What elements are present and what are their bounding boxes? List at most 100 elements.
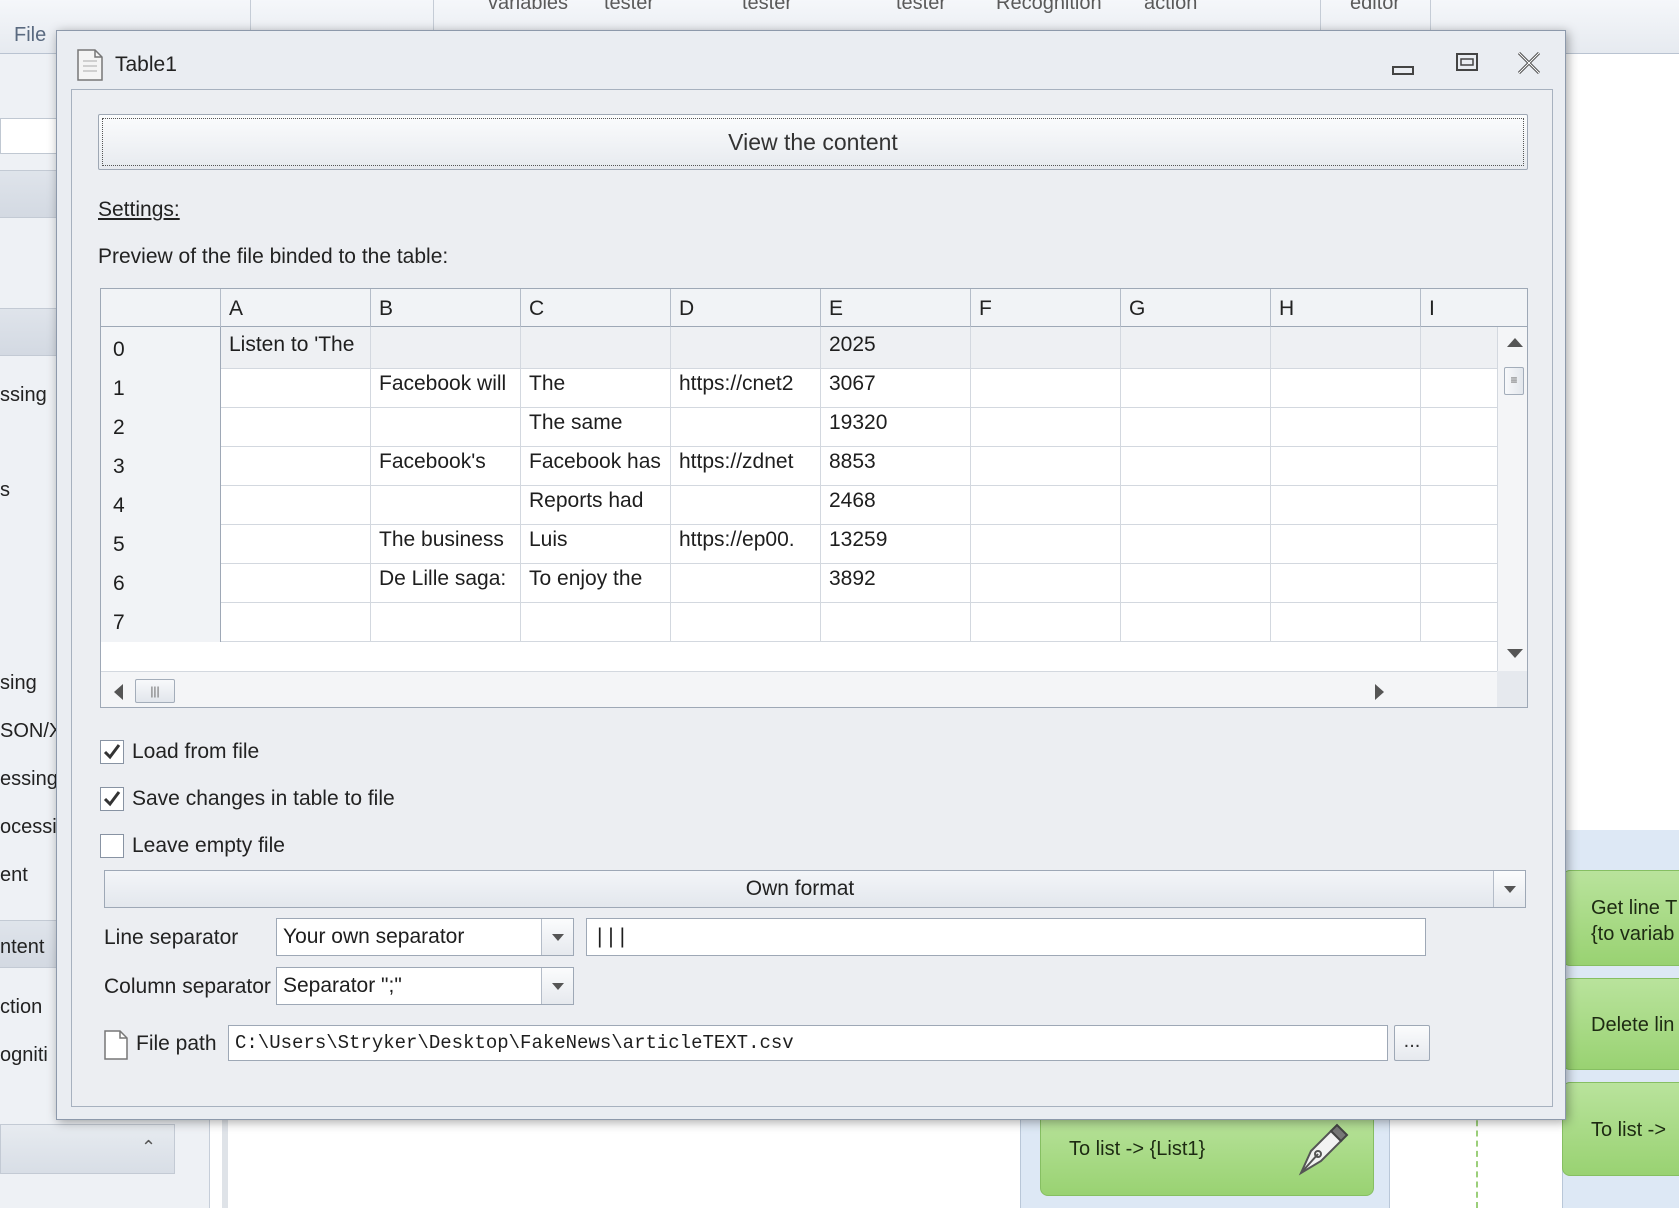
grid-cell[interactable] <box>221 405 371 447</box>
grid-cell[interactable] <box>1271 600 1421 642</box>
table-row[interactable]: 2 The same 19320 <box>101 405 1497 447</box>
column-header-h[interactable]: H <box>1271 289 1421 327</box>
column-header-f[interactable]: F <box>971 289 1121 327</box>
grid-cell[interactable] <box>971 561 1121 603</box>
sidebar-item[interactable]: ent <box>0 864 28 887</box>
sidebar-item[interactable]: s <box>0 479 10 502</box>
grid-cell[interactable] <box>521 600 671 642</box>
grid-cell[interactable]: 13259 <box>821 522 971 564</box>
table-row[interactable]: 4 Reports had 2468 <box>101 483 1497 525</box>
grid-cell[interactable] <box>971 405 1121 447</box>
grid-cell[interactable] <box>521 327 671 369</box>
grid-cell[interactable] <box>221 483 371 525</box>
column-header-i[interactable]: I <box>1421 289 1527 327</box>
sidebar-item[interactable]: SON/X <box>0 720 62 743</box>
format-dropdown[interactable]: Own format <box>104 870 1526 908</box>
grid-cell[interactable] <box>221 366 371 408</box>
grid-cell[interactable] <box>1121 561 1271 603</box>
column-header-a[interactable]: A <box>221 289 371 327</box>
grid-cell[interactable]: 19320 <box>821 405 971 447</box>
grid-cell[interactable]: The same <box>521 405 671 447</box>
scroll-left-icon[interactable] <box>113 684 123 700</box>
sidebar-item[interactable]: ssing <box>0 384 47 407</box>
ribbon-item-recognition[interactable]: Recognition <box>996 0 1102 15</box>
grid-cell[interactable] <box>1121 366 1271 408</box>
grid-cell[interactable] <box>1421 366 1497 408</box>
grid-cell[interactable] <box>671 561 821 603</box>
row-header[interactable]: 1 <box>101 366 221 408</box>
column-header-e[interactable]: E <box>821 289 971 327</box>
grid-cell[interactable]: 3892 <box>821 561 971 603</box>
row-header[interactable]: 6 <box>101 561 221 603</box>
settings-link[interactable]: Settings: <box>98 198 180 222</box>
grid-cell[interactable] <box>671 327 821 369</box>
grid-cell[interactable]: 2025 <box>821 327 971 369</box>
grid-cell[interactable] <box>1271 405 1421 447</box>
grid-cell[interactable]: 3067 <box>821 366 971 408</box>
sidebar-collapse-button[interactable]: ⌃ <box>0 1124 175 1174</box>
grid-cell[interactable]: Listen to 'The <box>221 327 371 369</box>
sidebar-item[interactable]: ntent <box>0 936 44 959</box>
block-delete-line[interactable]: Delete lin <box>1562 978 1679 1070</box>
column-header-c[interactable]: C <box>521 289 671 327</box>
chevron-down-icon[interactable] <box>541 919 573 955</box>
grid-cell[interactable]: https://zdnet <box>671 444 821 486</box>
file-path-input[interactable] <box>228 1025 1388 1061</box>
grid-cell[interactable]: https://ep00. <box>671 522 821 564</box>
vertical-scrollbar[interactable]: ≡ <box>1497 327 1527 671</box>
ribbon-item-tester[interactable]: tester <box>896 0 946 15</box>
grid-cell[interactable]: Facebook has <box>521 444 671 486</box>
grid-cell[interactable] <box>371 405 521 447</box>
ribbon-item-action[interactable]: action <box>1144 0 1197 15</box>
save-changes-checkbox[interactable] <box>100 787 124 811</box>
row-header[interactable]: 0 <box>101 327 221 369</box>
grid-cell[interactable] <box>1271 327 1421 369</box>
grid-cell[interactable] <box>1421 561 1497 603</box>
sidebar-search-box[interactable] <box>0 118 60 154</box>
scroll-down-icon[interactable] <box>1507 649 1523 659</box>
chevron-down-icon[interactable] <box>541 968 573 1004</box>
column-separator-dropdown[interactable]: Separator ";" <box>276 967 574 1005</box>
grid-cell[interactable]: 8853 <box>821 444 971 486</box>
column-header-b[interactable]: B <box>371 289 521 327</box>
grid-cell[interactable]: Luis <box>521 522 671 564</box>
scroll-up-icon[interactable] <box>1507 337 1523 347</box>
sidebar-item[interactable]: sing <box>0 672 37 695</box>
dialog-titlebar[interactable]: Table1 <box>57 31 1565 87</box>
table-row[interactable]: 1 Facebook will The https://cnet2 3067 <box>101 366 1497 408</box>
grid-cell[interactable] <box>671 600 821 642</box>
sidebar-item[interactable]: ogniti <box>0 1044 48 1067</box>
row-header[interactable]: 2 <box>101 405 221 447</box>
grid-cell[interactable]: The <box>521 366 671 408</box>
minimize-icon[interactable] <box>1383 45 1423 81</box>
grid-cell[interactable] <box>371 483 521 525</box>
grid-cell[interactable] <box>971 327 1121 369</box>
preview-grid[interactable]: A B C D E F G H I 0 Listen to 'The 2025 1 Fa… <box>100 288 1528 708</box>
browse-button[interactable]: ... <box>1394 1025 1430 1061</box>
sidebar-item[interactable]: essing <box>0 768 58 791</box>
grid-cell[interactable] <box>1121 600 1271 642</box>
grid-cell[interactable]: De Lille saga: <box>371 561 521 603</box>
grid-cell[interactable] <box>1121 483 1271 525</box>
table-row[interactable]: 6 De Lille saga: To enjoy the 3892 <box>101 561 1497 603</box>
grid-cell[interactable] <box>1421 600 1497 642</box>
view-content-button[interactable]: View the content <box>98 114 1528 170</box>
row-header[interactable]: 7 <box>101 600 221 642</box>
row-header[interactable]: 3 <box>101 444 221 486</box>
grid-cell[interactable] <box>1121 444 1271 486</box>
grid-cell[interactable]: 2468 <box>821 483 971 525</box>
grid-cell[interactable] <box>1271 561 1421 603</box>
grid-cell[interactable] <box>1271 522 1421 564</box>
grid-cell[interactable] <box>1421 405 1497 447</box>
grid-cell[interactable] <box>971 444 1121 486</box>
grid-cell[interactable]: Reports had <box>521 483 671 525</box>
grid-cell[interactable] <box>371 600 521 642</box>
grid-cell[interactable] <box>1421 483 1497 525</box>
ribbon-item-tester[interactable]: tester <box>742 0 792 15</box>
block-to-list-right[interactable]: To list -> <box>1562 1082 1679 1176</box>
ribbon-item-tester[interactable]: tester <box>604 0 654 15</box>
block-get-line[interactable]: Get line T {to variab <box>1562 870 1679 966</box>
load-from-file-checkbox[interactable] <box>100 740 124 764</box>
table-row[interactable]: 7 <box>101 600 1497 642</box>
vertical-scroll-thumb[interactable]: ≡ <box>1504 367 1524 395</box>
